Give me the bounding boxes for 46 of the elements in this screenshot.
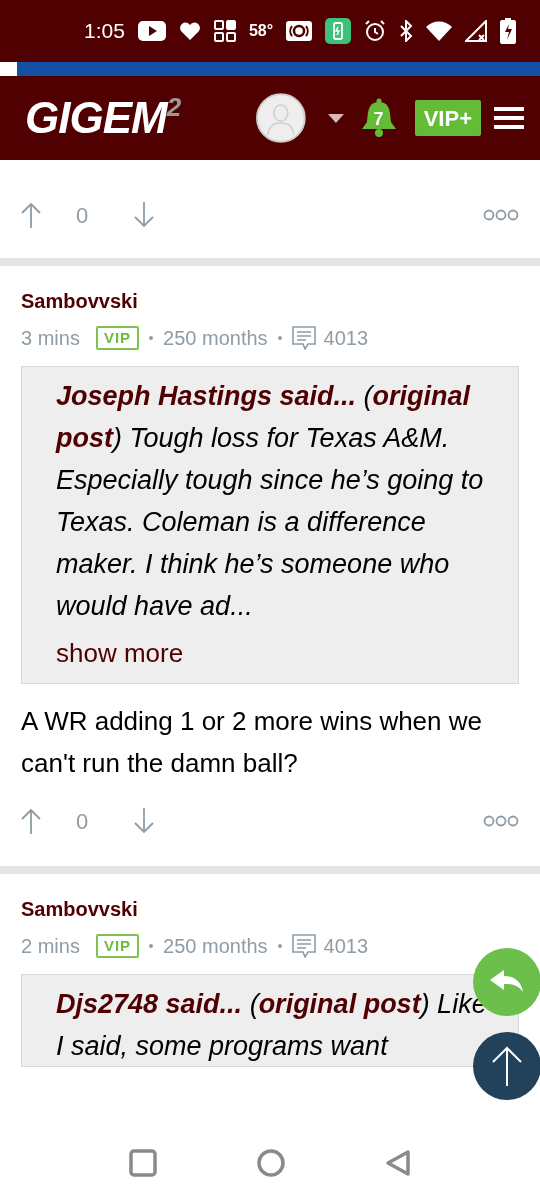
weather-temperature: 58° — [248, 21, 274, 41]
more-options-icon[interactable] — [483, 209, 519, 221]
vote-count: 0 — [76, 201, 89, 230]
post-count: 4013 — [323, 326, 369, 351]
post-time: 3 mins — [21, 326, 80, 351]
post-time: 2 mins — [21, 934, 80, 959]
bluetooth-icon — [399, 20, 414, 42]
grid-icon — [213, 20, 236, 42]
author-name: Sambovvski — [21, 897, 139, 922]
clock: 1:05 — [84, 18, 125, 45]
quote-text: Joseph Hastings said... (original post) Tough loss for Texas A&M. Especially tough since he’s going to Texas. Coleman is a difference maker. I think he’s someone who would have ad... — [56, 380, 485, 623]
post-text: A WR adding 1 or 2 more wins when we can't run the damn ball? — [21, 705, 483, 780]
downvote-icon[interactable] — [134, 202, 155, 228]
upvote-icon[interactable] — [21, 202, 41, 228]
arrow-up-icon — [492, 1046, 522, 1086]
wifi-icon — [426, 21, 453, 41]
radio-icon — [286, 21, 313, 41]
site-logo: GIGEM — [25, 96, 167, 140]
battery-saver-icon — [325, 18, 352, 44]
vip-badge: VIP — [95, 934, 140, 958]
home-icon[interactable] — [257, 1148, 285, 1177]
back-icon[interactable] — [385, 1148, 411, 1177]
member-tenure: 250 months — [163, 326, 268, 351]
show-more-link[interactable]: show more — [56, 635, 184, 671]
vip-badge: VIP — [95, 326, 140, 350]
alarm-icon — [364, 20, 387, 42]
heart-icon — [178, 21, 201, 41]
signal-icon — [465, 20, 488, 42]
battery-icon — [500, 18, 517, 44]
vote-count: 0 — [76, 807, 89, 836]
author-name: Sambovvski — [21, 289, 139, 314]
recent-apps-icon[interactable] — [129, 1148, 157, 1177]
dropdown-caret-icon[interactable] — [327, 113, 344, 123]
avatar-icon[interactable] — [255, 93, 306, 143]
comment-icon — [291, 326, 316, 350]
reply-icon — [490, 970, 524, 994]
vip-button[interactable]: VIP+ — [414, 100, 482, 136]
more-options-icon[interactable] — [483, 815, 519, 827]
menu-icon[interactable] — [494, 106, 524, 130]
post-count: 4013 — [323, 934, 369, 959]
member-tenure: 250 months — [163, 934, 268, 959]
comment-icon — [291, 934, 316, 958]
downvote-icon[interactable] — [134, 808, 155, 834]
page-edge — [0, 62, 17, 76]
upvote-icon[interactable] — [21, 808, 41, 834]
video-app-icon — [137, 21, 166, 41]
